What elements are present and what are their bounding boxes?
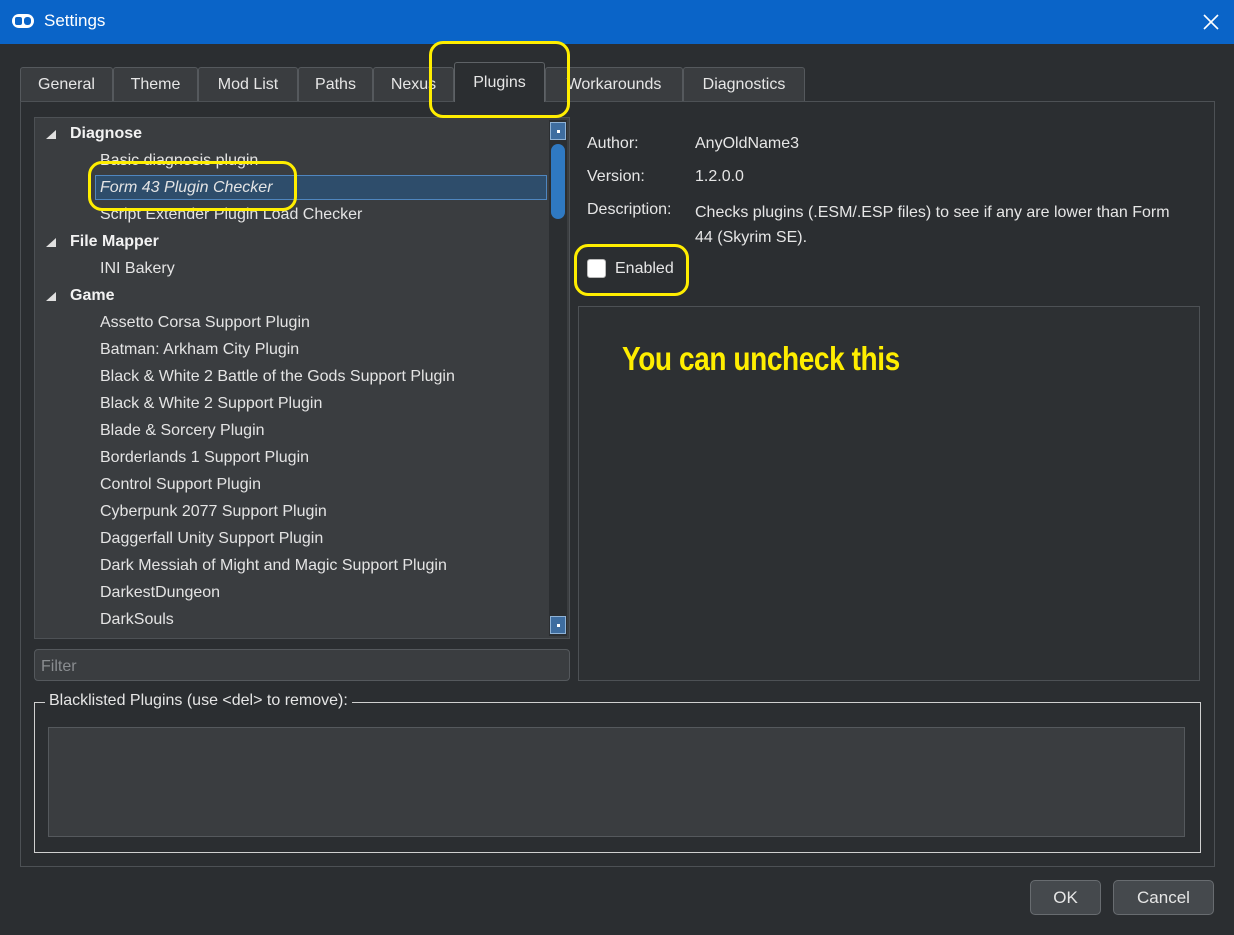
tree-item[interactable]: INI Bakery	[35, 255, 549, 282]
author-label: Author:	[587, 135, 639, 152]
expand-arrow-icon[interactable]	[46, 130, 56, 139]
tree-item-label: Daggerfall Unity Support Plugin	[100, 530, 324, 547]
tree-item[interactable]: Control Support Plugin	[35, 471, 549, 498]
annotation-note: You can uncheck this	[622, 340, 900, 377]
tree-group-diagnose[interactable]: Diagnose	[35, 120, 549, 147]
tab-paths[interactable]: Paths	[298, 67, 373, 101]
tab-nexus[interactable]: Nexus	[373, 67, 454, 101]
expand-arrow-icon[interactable]	[46, 292, 56, 301]
ok-button[interactable]: OK	[1030, 880, 1101, 915]
tab-diagnostics[interactable]: Diagnostics	[683, 67, 805, 101]
tree-scrollbar[interactable]	[549, 120, 567, 636]
tree-item[interactable]: Cyberpunk 2077 Support Plugin	[35, 498, 549, 525]
tab-general[interactable]: General	[20, 67, 113, 101]
tree-item-label: Basic diagnosis plugin	[100, 152, 259, 169]
tab-mod-list[interactable]: Mod List	[198, 67, 298, 101]
tree-item-label: DarkSouls	[100, 611, 174, 628]
tree-group-label: Diagnose	[70, 125, 143, 142]
window-title: Settings	[44, 11, 106, 30]
tab-plugins[interactable]: Plugins	[454, 62, 545, 102]
blacklist-title: Blacklisted Plugins (use <del> to remove…	[45, 692, 352, 710]
tree-item[interactable]: Daggerfall Unity Support Plugin	[35, 525, 549, 552]
enabled-checkbox[interactable]	[587, 259, 606, 278]
blacklist-list[interactable]	[48, 727, 1185, 837]
tree-group-label: Game	[70, 287, 115, 304]
tree-item-label: Borderlands 1 Support Plugin	[100, 449, 310, 466]
enabled-label[interactable]: Enabled	[615, 260, 674, 278]
tree-item-label: Black & White 2 Battle of the Gods Suppo…	[100, 368, 455, 385]
app-logo-icon	[12, 14, 34, 28]
cancel-button[interactable]: Cancel	[1113, 880, 1214, 915]
tree-item[interactable]: Batman: Arkham City Plugin	[35, 336, 549, 363]
tree-item[interactable]: Assetto Corsa Support Plugin	[35, 309, 549, 336]
tree-item[interactable]: Black & White 2 Battle of the Gods Suppo…	[35, 363, 549, 390]
tree-item[interactable]: Black & White 2 Support Plugin	[35, 390, 549, 417]
tree-item-label: Cyberpunk 2077 Support Plugin	[100, 503, 327, 520]
close-icon	[1203, 14, 1219, 30]
scroll-thumb[interactable]	[551, 144, 565, 219]
scroll-up-button[interactable]	[550, 122, 566, 140]
tree-item-label: Form 43 Plugin Checker	[100, 179, 273, 196]
tree-item-label: Blade & Sorcery Plugin	[100, 422, 265, 439]
tree-item[interactable]: DarkSouls	[35, 606, 549, 633]
tree-item[interactable]: DarkestDungeon	[35, 579, 549, 606]
tree-group-game[interactable]: Game	[35, 282, 549, 309]
tree-group-label: File Mapper	[70, 233, 159, 250]
filter-field[interactable]	[34, 649, 570, 681]
tree-item-selected[interactable]: Form 43 Plugin Checker	[35, 174, 549, 201]
tree-item[interactable]: Blade & Sorcery Plugin	[35, 417, 549, 444]
expand-arrow-icon[interactable]	[46, 238, 56, 247]
tree-item-label: Script Extender Plugin Load Checker	[100, 206, 363, 223]
tree-item-label: DarkestDungeon	[100, 584, 221, 601]
tree-item-label: Dark Messiah of Might and Magic Support …	[100, 557, 447, 574]
tab-theme[interactable]: Theme	[113, 67, 198, 101]
description-label: Description:	[587, 201, 672, 218]
scroll-down-button[interactable]	[550, 616, 566, 634]
tree-group-file-mapper[interactable]: File Mapper	[35, 228, 549, 255]
plugin-tree[interactable]: Diagnose Basic diagnosis plugin Form 43 …	[34, 117, 570, 639]
tree-item-label: Batman: Arkham City Plugin	[100, 341, 300, 358]
tree-item[interactable]: Borderlands 1 Support Plugin	[35, 444, 549, 471]
version-label: Version:	[587, 168, 645, 185]
author-value: AnyOldName3	[695, 135, 800, 152]
title-bar: Settings	[0, 0, 1234, 44]
tree-item[interactable]: Dark Messiah of Might and Magic Support …	[35, 552, 549, 579]
filter-input[interactable]	[41, 658, 563, 676]
tree-item[interactable]: Script Extender Plugin Load Checker	[35, 201, 549, 228]
tree-item-label: Black & White 2 Support Plugin	[100, 395, 323, 412]
tab-workarounds[interactable]: Workarounds	[545, 67, 683, 101]
description-value: Checks plugins (.ESM/.ESP files) to see …	[695, 204, 1170, 246]
tree-item-label: Assetto Corsa Support Plugin	[100, 314, 310, 331]
tree-item-label: INI Bakery	[100, 260, 175, 277]
tree-item[interactable]: Basic diagnosis plugin	[35, 147, 549, 174]
close-button[interactable]	[1188, 0, 1234, 44]
tree-item-label: Control Support Plugin	[100, 476, 261, 493]
version-value: 1.2.0.0	[695, 168, 744, 185]
